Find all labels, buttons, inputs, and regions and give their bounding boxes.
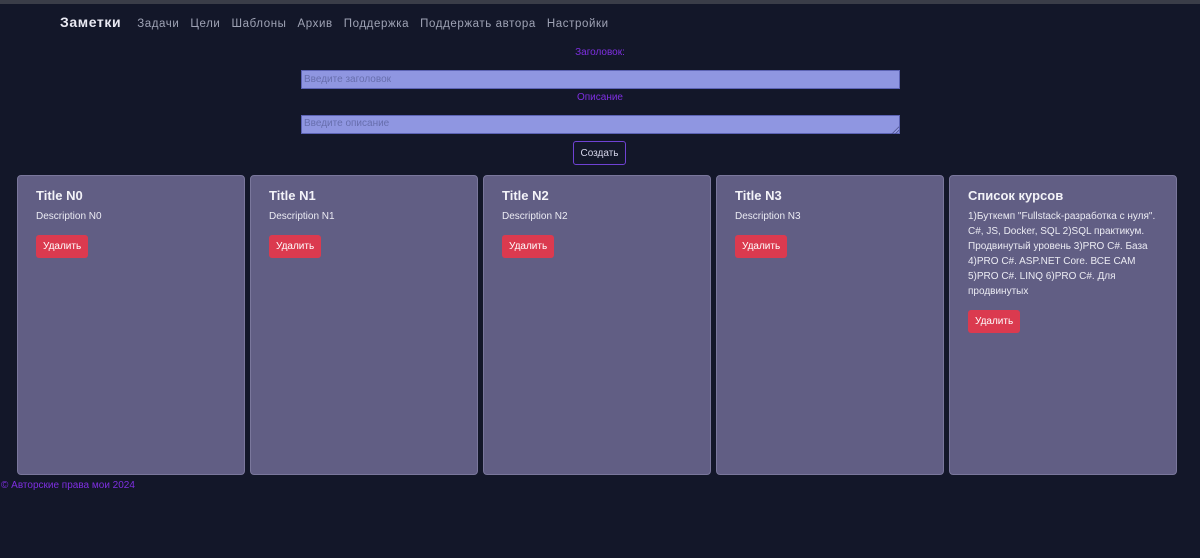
delete-button[interactable]: Удалить bbox=[36, 235, 89, 258]
note-card: Title N3 Description N3 Удалить bbox=[716, 175, 944, 475]
note-card: Список курсов 1)Буткемп "Fullstack-разра… bbox=[949, 175, 1177, 475]
note-title: Title N1 bbox=[269, 188, 316, 203]
nav-link-support[interactable]: Поддержка bbox=[344, 18, 409, 30]
title-label: Заголовок: bbox=[575, 47, 625, 58]
navbar-brand[interactable]: Заметки bbox=[60, 14, 121, 30]
title-input[interactable] bbox=[301, 70, 900, 89]
note-description: 1)Буткемп "Fullstack-разработка с нуля".… bbox=[968, 211, 1156, 297]
delete-button[interactable]: Удалить bbox=[502, 235, 555, 258]
note-description: Description N0 bbox=[36, 211, 102, 222]
note-description: Description N1 bbox=[269, 211, 335, 222]
note-card: Title N0 Description N0 Удалить bbox=[17, 175, 245, 475]
note-title: Title N0 bbox=[36, 188, 83, 203]
browser-bookmarks-bar bbox=[0, 0, 1200, 4]
note-title: Title N3 bbox=[735, 188, 782, 203]
note-card: Title N2 Description N2 Удалить bbox=[483, 175, 711, 475]
delete-button[interactable]: Удалить bbox=[968, 310, 1021, 333]
nav-link-tasks[interactable]: Задачи bbox=[137, 18, 179, 30]
description-label: Описание bbox=[576, 92, 623, 103]
footer-copyright: © Авторские права мои 2024 bbox=[1, 480, 135, 491]
nav-link-goals[interactable]: Цели bbox=[190, 18, 220, 30]
note-title: Title N2 bbox=[502, 188, 549, 203]
note-description: Description N2 bbox=[502, 211, 568, 222]
delete-button[interactable]: Удалить bbox=[269, 235, 322, 258]
nav-link-settings[interactable]: Настройки bbox=[547, 18, 609, 30]
description-textarea[interactable] bbox=[301, 115, 900, 134]
delete-button[interactable]: Удалить bbox=[735, 235, 788, 258]
note-description: Description N3 bbox=[735, 211, 801, 222]
note-title: Список курсов bbox=[968, 188, 1064, 203]
top-navbar: Заметки Задачи Цели Шаблоны Архив Поддер… bbox=[60, 14, 620, 32]
nav-link-templates[interactable]: Шаблоны bbox=[231, 18, 286, 30]
nav-link-donate[interactable]: Поддержать автора bbox=[420, 18, 536, 30]
notes-list: Title N0 Description N0 Удалить Title N1… bbox=[17, 175, 1178, 475]
note-card: Title N1 Description N1 Удалить bbox=[250, 175, 478, 475]
create-button[interactable]: Создать bbox=[573, 141, 626, 165]
nav-link-archive[interactable]: Архив bbox=[298, 18, 333, 30]
